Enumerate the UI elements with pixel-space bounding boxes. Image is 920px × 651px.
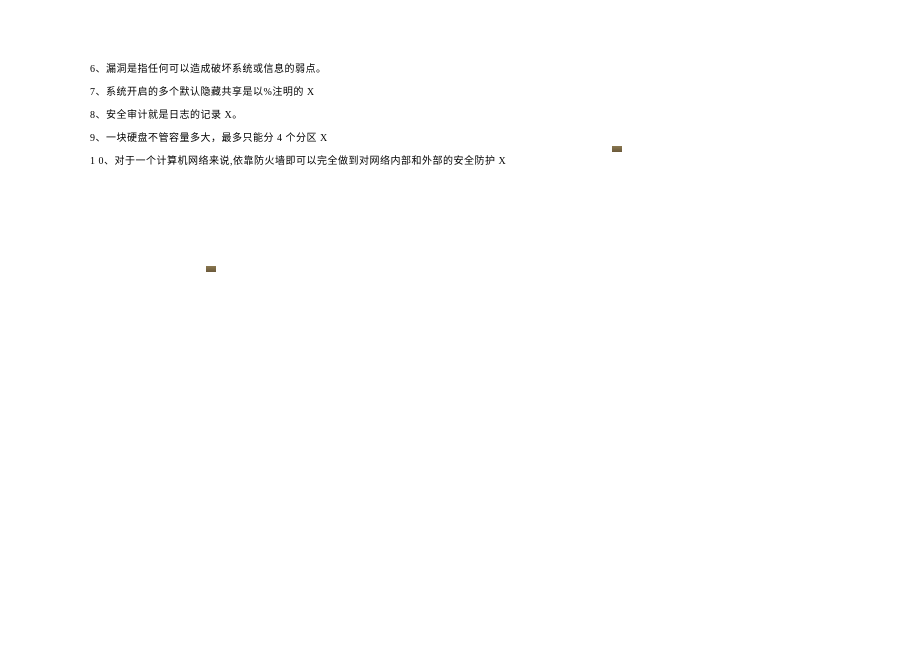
decorative-marker (206, 266, 216, 272)
text-line-10: 1 0、对于一个计算机网络来说,依靠防火墙即可以完全做到对网络内部和外部的安全防… (90, 154, 920, 169)
text-line-7: 7、系统开启的多个默认隐藏共享是以%注明的 X (90, 85, 920, 100)
document-content: 6、漏洞是指任何可以造成破坏系统或信息的弱点。 7、系统开启的多个默认隐藏共享是… (90, 62, 920, 169)
text-line-8: 8、安全审计就是日志的记录 X。 (90, 108, 920, 123)
decorative-marker (612, 146, 622, 152)
text-line-6: 6、漏洞是指任何可以造成破坏系统或信息的弱点。 (90, 62, 920, 77)
text-line-9: 9、一块硬盘不管容量多大，最多只能分 4 个分区 X (90, 131, 920, 146)
